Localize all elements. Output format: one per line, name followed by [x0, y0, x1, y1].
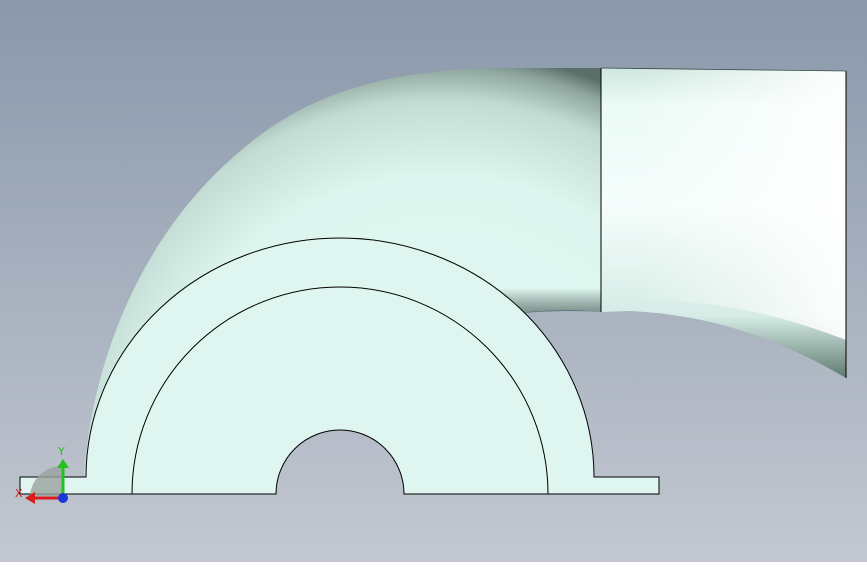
cad-3d-viewport[interactable]: Y X — [0, 0, 867, 562]
triad-x-label: X — [15, 487, 23, 500]
outlet-pipe-highlight — [640, 70, 846, 340]
viewport-canvas[interactable]: Y X — [0, 0, 867, 562]
triad-z-axis — [58, 493, 68, 503]
triad-y-label: Y — [57, 445, 65, 458]
